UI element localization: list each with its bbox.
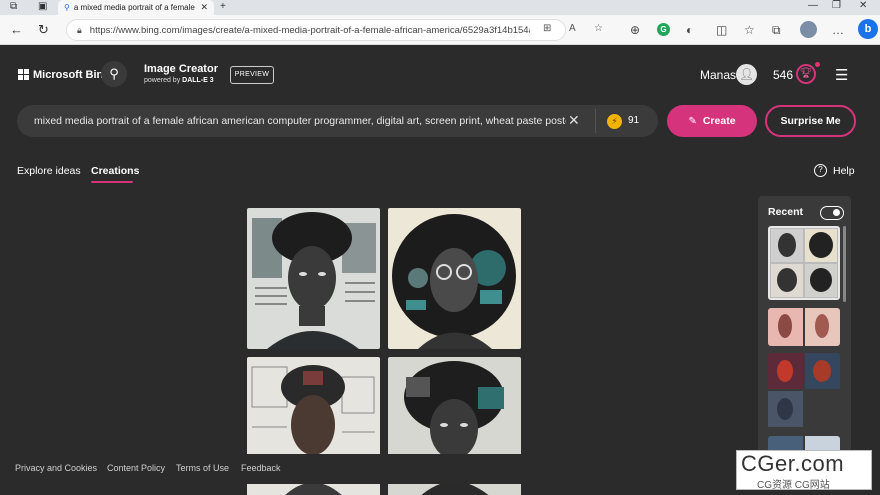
- user-avatar-icon[interactable]: 👤︎: [736, 64, 757, 85]
- content-policy-link[interactable]: Content Policy: [107, 463, 165, 473]
- new-tab-icon[interactable]: +: [220, 1, 226, 12]
- tab-explore-ideas[interactable]: Explore ideas: [17, 165, 81, 177]
- app-available-icon[interactable]: ⊞: [543, 23, 551, 34]
- prompt-text[interactable]: mixed media portrait of a female african…: [34, 115, 566, 127]
- boost-count: 91: [628, 115, 640, 126]
- prompt-divider: [595, 109, 596, 133]
- close-tab-icon[interactable]: ✕: [200, 2, 208, 13]
- profile-avatar[interactable]: [800, 21, 817, 38]
- toggle-knob: [833, 209, 840, 216]
- preview-badge: PREVIEW: [230, 66, 274, 84]
- workspaces-icon[interactable]: ⧉: [10, 1, 17, 12]
- address-bar[interactable]: 🔒︎ https://www.bing.com/images/create/a-…: [66, 19, 603, 41]
- favorite-star-icon[interactable]: ☆: [594, 23, 603, 34]
- watermark: CGer.com CG资源 CG网站: [736, 450, 872, 491]
- tab-actions-icon[interactable]: ▣: [38, 1, 47, 12]
- feedback-link[interactable]: Feedback: [241, 463, 281, 473]
- generated-image-1[interactable]: [247, 208, 380, 349]
- browser-essentials-icon[interactable]: ⊕: [630, 23, 640, 37]
- notification-dot: [815, 62, 820, 67]
- browser-tab-active[interactable]: ⚲ a mixed media portrait of a female ✕: [58, 0, 214, 15]
- engine-name: DALL-E 3: [182, 77, 214, 84]
- watermark-text: CGer.com: [741, 451, 845, 476]
- browser-toolbar: ← ↻ 🔒︎ https://www.bing.com/images/creat…: [0, 15, 880, 45]
- product-title[interactable]: Image Creator: [144, 63, 218, 75]
- lock-icon: 🔒︎: [77, 24, 82, 35]
- close-window-icon[interactable]: ✕: [859, 0, 867, 11]
- restore-icon[interactable]: ❐: [832, 0, 841, 11]
- create-label: Create: [702, 115, 736, 127]
- rewards-count[interactable]: 546: [773, 68, 793, 82]
- active-tab-indicator: [91, 181, 133, 183]
- minimize-icon[interactable]: —: [808, 0, 818, 11]
- clear-prompt-icon[interactable]: ✕: [568, 112, 580, 129]
- split-screen-icon[interactable]: ◫: [716, 23, 727, 37]
- help-icon: ?: [814, 164, 827, 177]
- recent-set-1[interactable]: [768, 226, 840, 300]
- privacy-link[interactable]: Privacy and Cookies: [15, 463, 97, 473]
- hamburger-menu-icon[interactable]: ☰: [835, 66, 848, 84]
- generated-image-2[interactable]: [388, 208, 521, 349]
- back-icon[interactable]: ←: [10, 22, 23, 37]
- search-icon[interactable]: ⚲: [101, 61, 127, 87]
- user-name[interactable]: Manas: [700, 68, 736, 82]
- address-url: https://www.bing.com/images/create/a-mix…: [89, 24, 530, 36]
- terms-link[interactable]: Terms of Use: [176, 463, 229, 473]
- browser-tab-title: a mixed media portrait of a female: [73, 3, 195, 12]
- refresh-icon[interactable]: ↻: [38, 22, 49, 38]
- watermark-subtext: CG资源 CG网站: [757, 480, 830, 491]
- grammarly-extension-icon[interactable]: G: [657, 23, 670, 36]
- bing-search-favicon-icon: ⚲: [64, 3, 70, 12]
- create-sparkle-icon: ✎: [688, 115, 697, 127]
- powered-by-label: powered by DALL-E 3: [144, 77, 214, 84]
- recent-scrollbar[interactable]: [843, 226, 846, 302]
- recent-set-3[interactable]: [768, 353, 840, 429]
- prompt-input[interactable]: mixed media portrait of a female african…: [17, 105, 658, 137]
- collections-icon[interactable]: ⧉: [772, 23, 781, 38]
- bing-copilot-icon[interactable]: b: [858, 19, 878, 39]
- browser-tab-bar: ⧉ ▣ ⚲ a mixed media portrait of a female…: [0, 0, 880, 15]
- microsoft-logo-icon[interactable]: [18, 69, 29, 80]
- surprise-me-button[interactable]: Surprise Me: [765, 105, 856, 137]
- more-options-icon[interactable]: …: [832, 23, 844, 37]
- recent-set-2[interactable]: [768, 308, 840, 346]
- brand-name[interactable]: Microsoft Bing: [33, 69, 110, 81]
- recent-toggle[interactable]: [820, 206, 844, 220]
- read-aloud-icon[interactable]: A: [569, 23, 576, 34]
- recent-title: Recent: [768, 206, 804, 218]
- help-label: Help: [833, 164, 855, 177]
- help-button[interactable]: ? Help: [814, 164, 855, 177]
- bing-header: Microsoft Bing ⚲ Image Creator powered b…: [0, 46, 880, 102]
- recent-panel: Recent: [758, 196, 851, 456]
- tab-creations[interactable]: Creations: [91, 165, 139, 177]
- boost-lightning-icon: ⚡: [607, 114, 622, 129]
- extension-icon[interactable]: ◐: [686, 23, 693, 37]
- rewards-trophy-icon[interactable]: 🏆︎: [796, 64, 816, 84]
- favorites-icon[interactable]: ☆: [744, 23, 755, 37]
- create-button[interactable]: ✎ Create: [667, 105, 757, 137]
